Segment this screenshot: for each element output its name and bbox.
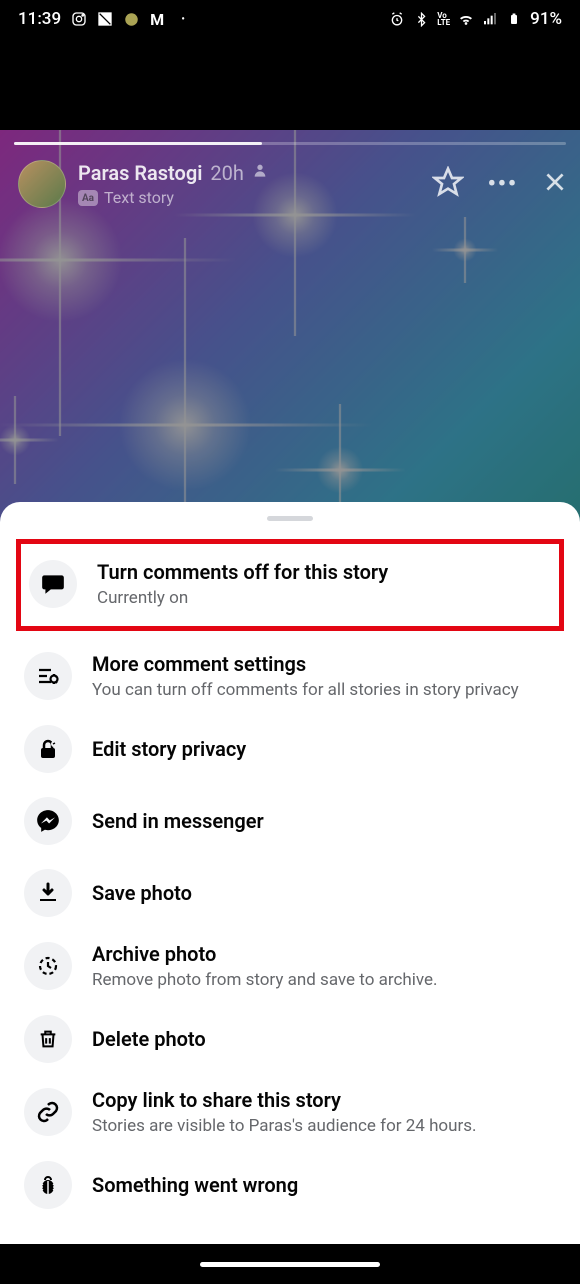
- link-icon: [24, 1088, 72, 1136]
- battery-percent: 91%: [530, 9, 562, 29]
- settings-list-icon: [24, 652, 72, 700]
- menu-title: Edit story privacy: [92, 736, 556, 762]
- menu-copy-link[interactable]: Copy link to share this story Stories ar…: [0, 1075, 580, 1149]
- download-icon: [24, 869, 72, 917]
- menu-edit-privacy[interactable]: Edit story privacy: [0, 713, 580, 785]
- highlight-box: Turn comments off for this story Current…: [16, 539, 564, 631]
- story-timestamp: 20h: [210, 160, 244, 186]
- close-button[interactable]: [542, 169, 568, 199]
- battery-icon: [506, 11, 522, 27]
- home-indicator[interactable]: [200, 1262, 380, 1267]
- menu-title: Archive photo: [92, 941, 556, 967]
- menu-title: More comment settings: [92, 651, 556, 677]
- circle-icon: [123, 11, 139, 27]
- menu-title: Something went wrong: [92, 1172, 556, 1198]
- menu-delete-photo[interactable]: Delete photo: [0, 1003, 580, 1075]
- alarm-icon: [389, 11, 405, 27]
- menu-send-messenger[interactable]: Send in messenger: [0, 785, 580, 857]
- archive-icon: [24, 942, 72, 990]
- menu-something-wrong[interactable]: Something went wrong: [0, 1149, 580, 1221]
- app-icon: [97, 11, 113, 27]
- menu-subtitle: Currently on: [97, 587, 551, 609]
- menu-subtitle: Remove photo from story and save to arch…: [92, 969, 556, 991]
- dot-icon: •: [175, 11, 191, 27]
- story-progress: [14, 142, 566, 145]
- sheet-grabber[interactable]: [267, 516, 313, 521]
- messenger-icon: [24, 797, 72, 845]
- favorite-button[interactable]: [432, 166, 464, 202]
- person-tag-icon: [252, 162, 268, 184]
- menu-save-photo[interactable]: Save photo: [0, 857, 580, 929]
- avatar[interactable]: [18, 160, 66, 208]
- story-type-label: Text story: [104, 188, 174, 209]
- text-story-badge-icon: Aa: [78, 190, 98, 206]
- menu-subtitle: Stories are visible to Paras's audience …: [92, 1115, 556, 1137]
- menu-title: Save photo: [92, 880, 556, 906]
- menu-title: Send in messenger: [92, 808, 556, 834]
- more-options-button[interactable]: •••: [488, 172, 518, 197]
- bug-icon: [24, 1161, 72, 1209]
- story-user-info[interactable]: Paras Rastogi 20h Aa Text story: [78, 160, 420, 209]
- menu-more-comment-settings[interactable]: More comment settings You can turn off c…: [0, 639, 580, 713]
- signal-icon: [482, 11, 498, 27]
- instagram-icon: [71, 11, 87, 27]
- status-time: 11:39: [18, 9, 61, 29]
- menu-subtitle: You can turn off comments for all storie…: [92, 679, 556, 701]
- gmail-icon: M: [149, 11, 165, 27]
- navigation-bar: [0, 1244, 580, 1284]
- lock-icon: [24, 725, 72, 773]
- menu-title: Delete photo: [92, 1026, 556, 1052]
- user-name: Paras Rastogi: [78, 160, 202, 186]
- comment-icon: [29, 560, 77, 608]
- wifi-icon: [458, 11, 474, 27]
- status-bar: 11:39 M • Vo LTE 91%: [0, 0, 580, 38]
- menu-turn-comments-off[interactable]: Turn comments off for this story Current…: [25, 550, 555, 618]
- menu-archive-photo[interactable]: Archive photo Remove photo from story an…: [0, 929, 580, 1003]
- menu-title: Turn comments off for this story: [97, 559, 551, 585]
- options-sheet: Turn comments off for this story Current…: [0, 502, 580, 1244]
- lte-icon: Vo LTE: [437, 12, 450, 26]
- menu-title: Copy link to share this story: [92, 1087, 556, 1113]
- trash-icon: [24, 1015, 72, 1063]
- bluetooth-icon: [413, 11, 429, 27]
